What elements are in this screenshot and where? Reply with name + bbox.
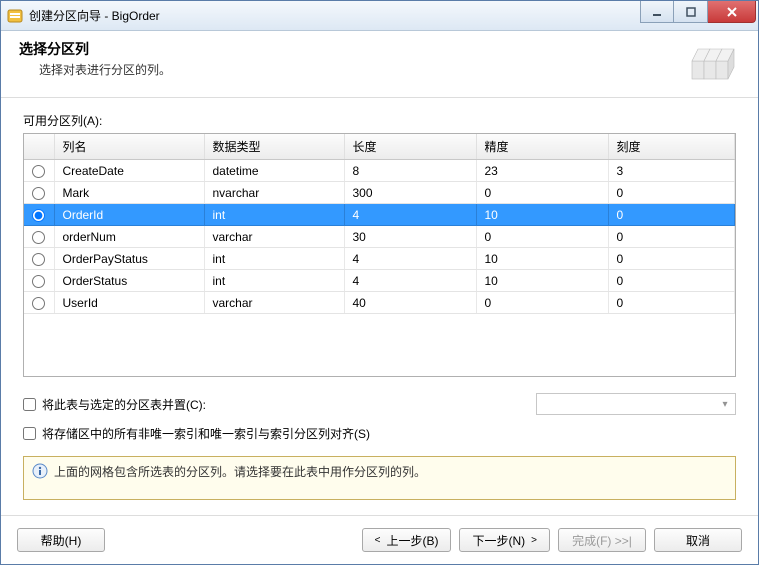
app-icon [7,8,23,24]
wizard-window: 创建分区向导 - BigOrder 选择分区列 选择对表进行分区的列。 [0,0,759,565]
info-icon [32,463,48,479]
collocate-checkbox[interactable] [23,398,36,411]
cancel-button[interactable]: 取消 [654,528,742,552]
table-row[interactable]: orderNumvarchar3000 [24,226,735,248]
page-subtitle: 选择对表进行分区的列。 [19,61,684,78]
close-button[interactable] [708,1,756,23]
columns-table: 列名 数据类型 长度 精度 刻度 CreateDatedatetime8233M… [24,134,735,314]
table-row[interactable]: CreateDatedatetime8233 [24,160,735,182]
col-precision: 精度 [476,134,608,160]
align-indexes-label: 将存储区中的所有非唯一索引和唯一索引与索引分区列对齐(S) [42,425,370,442]
info-message: 上面的网格包含所选表的分区列。请选择要在此表中用作分区列的列。 [54,463,426,480]
align-indexes-row: 将存储区中的所有非唯一索引和唯一索引与索引分区列对齐(S) [23,425,736,442]
finish-button[interactable]: 完成(F) >>| [558,528,646,552]
collocate-row: 将此表与选定的分区表并置(C): ▾ [23,393,736,415]
chevron-down-icon: ▾ [717,399,733,410]
col-datatype: 数据类型 [204,134,344,160]
table-row[interactable]: UserIdvarchar4000 [24,292,735,314]
col-radio [24,134,54,160]
footer: 帮助(H) <上一步(B) 下一步(N)> 完成(F) >>| 取消 [1,515,758,564]
chevron-left-icon: < [375,535,381,546]
maximize-button[interactable] [674,1,708,23]
window-controls [640,1,758,30]
row-radio[interactable] [32,231,45,244]
available-columns-label: 可用分区列(A): [23,112,736,129]
align-indexes-checkbox[interactable] [23,427,36,440]
collocate-label: 将此表与选定的分区表并置(C): [42,396,206,413]
window-title: 创建分区向导 - BigOrder [29,7,640,24]
titlebar: 创建分区向导 - BigOrder [1,1,758,31]
row-radio[interactable] [32,275,45,288]
collocate-dropdown[interactable]: ▾ [536,393,736,415]
table-row[interactable]: OrderIdint4100 [24,204,735,226]
wizard-header: 选择分区列 选择对表进行分区的列。 [1,31,758,98]
next-button[interactable]: 下一步(N)> [459,528,550,552]
table-row[interactable]: OrderPayStatusint4100 [24,248,735,270]
table-row[interactable]: OrderStatusint4100 [24,270,735,292]
col-name: 列名 [54,134,204,160]
row-radio[interactable] [32,297,45,310]
table-header-row: 列名 数据类型 长度 精度 刻度 [24,134,735,160]
help-button[interactable]: 帮助(H) [17,528,105,552]
col-scale: 刻度 [608,134,735,160]
wizard-graphic-icon [684,39,740,87]
row-radio[interactable] [32,165,45,178]
row-radio[interactable] [32,253,45,266]
page-title: 选择分区列 [19,39,684,59]
row-radio[interactable] [32,187,45,200]
row-radio[interactable] [32,209,45,222]
chevron-right-icon: > [531,535,537,546]
col-length: 长度 [344,134,476,160]
info-box: 上面的网格包含所选表的分区列。请选择要在此表中用作分区列的列。 [23,456,736,500]
content-area: 可用分区列(A): 列名 数据类型 长度 精度 刻度 CreateDatedat… [1,98,758,515]
minimize-button[interactable] [640,1,674,23]
columns-table-container: 列名 数据类型 长度 精度 刻度 CreateDatedatetime8233M… [23,133,736,377]
back-button[interactable]: <上一步(B) [362,528,452,552]
table-row[interactable]: Marknvarchar30000 [24,182,735,204]
